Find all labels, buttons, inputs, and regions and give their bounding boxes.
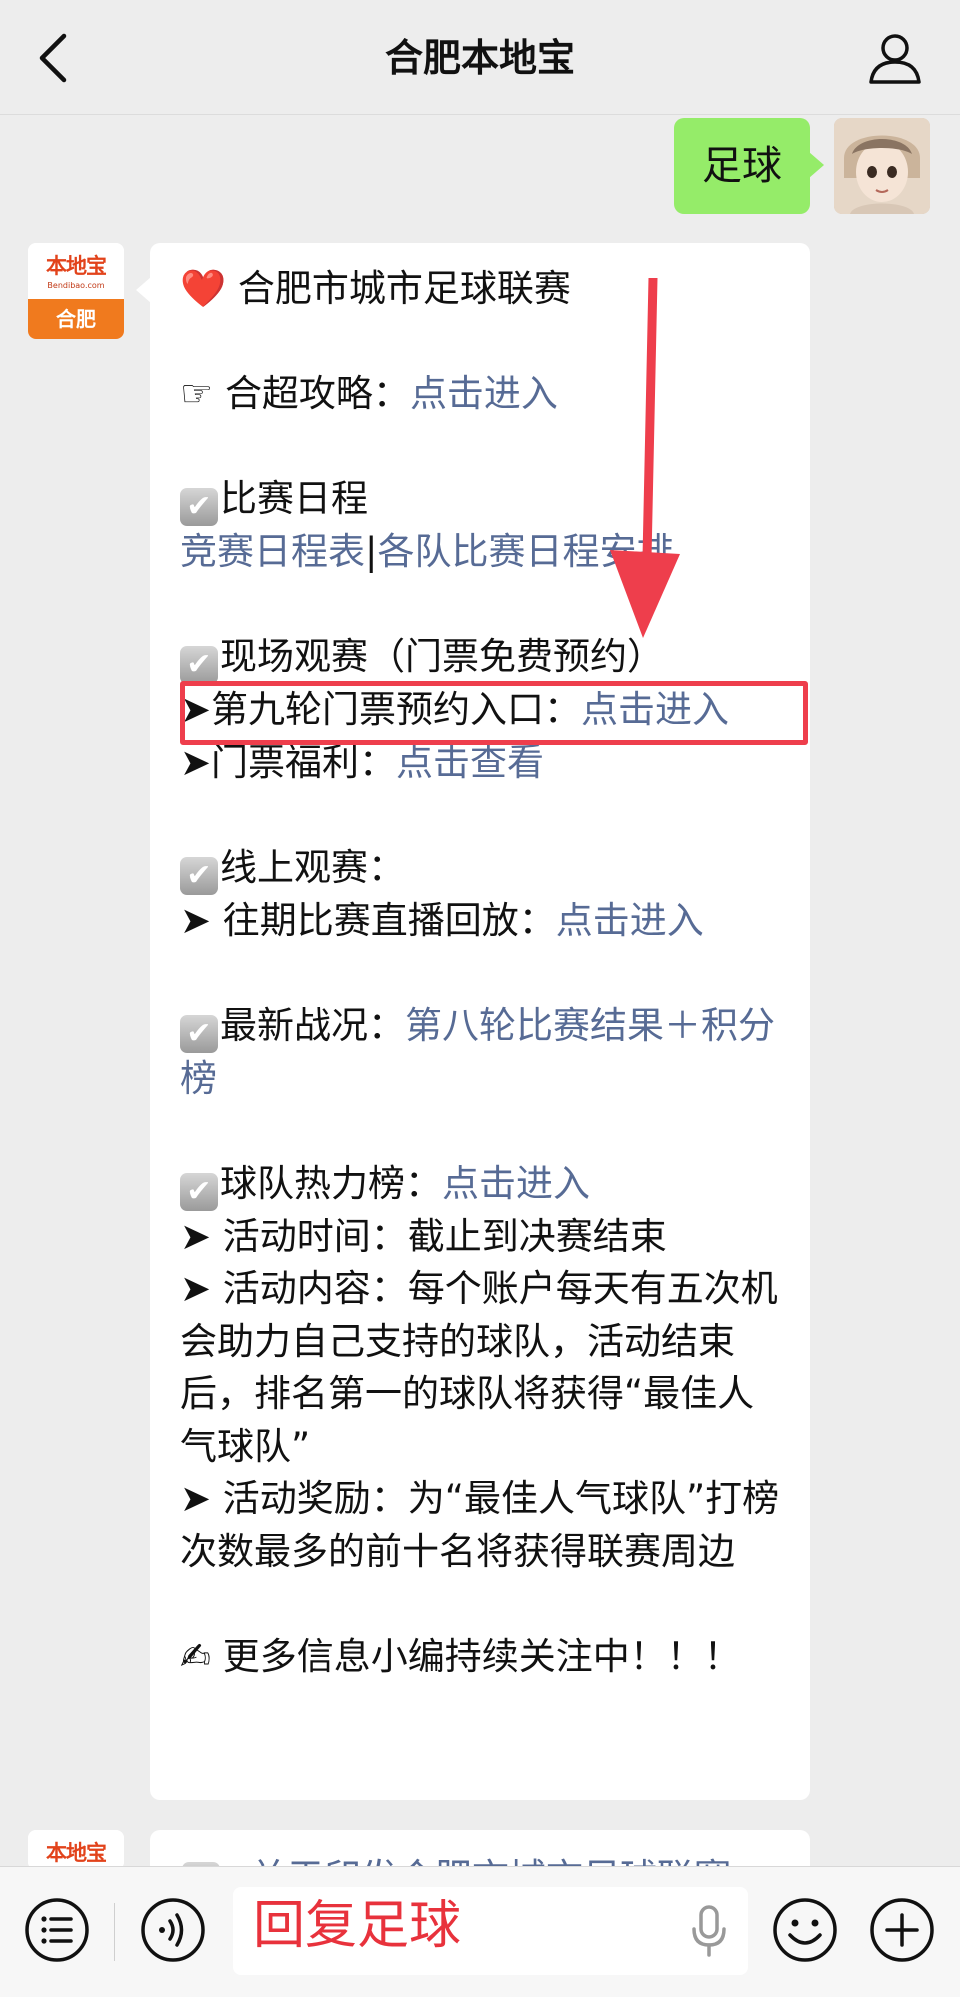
arrow-bullet-icon: ➤: [180, 898, 212, 942]
checkbox-icon: ✔: [180, 646, 218, 684]
replay-line: ➤ 往期比赛直播回放：点击进入: [180, 895, 780, 948]
writing-hand-icon: ✍: [180, 1634, 212, 1678]
message-title: 合肥市城市足球联赛: [237, 267, 571, 310]
online-heading: ✔ 线上观赛：: [180, 842, 780, 895]
arrow-bullet-icon: ➤: [180, 1214, 212, 1258]
pointing-hand-icon: ☞: [180, 372, 214, 415]
activity-content: 活动内容：每个账户每天有五次机会助力自己支持的球队，活动结束后，排名第一的球队将…: [180, 1267, 778, 1468]
avatar-city: 合肥: [28, 299, 124, 339]
schedule-links: 竞赛日程表|各队比赛日程安排: [180, 526, 780, 579]
arrow-bullet-icon: ➤: [180, 740, 212, 784]
watch-title: 现场观赛（门票免费预约）: [220, 635, 664, 678]
incoming-message-bubble: ❤️ 合肥市城市足球联赛 ☞ 合超攻略：点击进入 ✔ 比赛日程 竞赛日程表|各队比…: [136, 243, 810, 1800]
arrow-bullet-icon: ➤: [180, 1477, 212, 1520]
microphone-icon[interactable]: [690, 1905, 728, 1957]
voice-icon[interactable]: [140, 1897, 206, 1963]
user-avatar-illustration: [834, 118, 930, 214]
heart-icon: ❤️: [180, 267, 227, 310]
replay-link[interactable]: 点击进入: [556, 899, 704, 942]
schedule-heading: ✔ 比赛日程: [180, 473, 780, 526]
chat-input-bar: 回复足球: [0, 1866, 960, 1997]
outgoing-message-bubble[interactable]: 足球: [674, 118, 824, 214]
activity-reward: 活动奖励：为“最佳人气球队”打榜次数最多的前十名将获得联赛周边: [180, 1477, 780, 1573]
online-title: 线上观赛：: [220, 845, 405, 889]
annotation-highlight-box: [180, 681, 808, 745]
nav-header: 合肥本地宝: [0, 0, 960, 115]
emoji-icon[interactable]: [772, 1897, 838, 1963]
toolbar-divider: [114, 1903, 115, 1961]
arrow-bullet-icon: ➤: [180, 1267, 212, 1310]
avatar-logo-area: 本地宝 Bendibao.com: [28, 243, 124, 299]
strategy-label: 合超攻略：: [224, 372, 410, 415]
watch-heading: ✔ 现场观赛（门票免费预约）: [180, 631, 780, 684]
checkbox-icon: ✔: [180, 856, 218, 895]
avatar-logo-area: 本地宝: [28, 1830, 124, 1870]
official-account-avatar[interactable]: 本地宝: [28, 1830, 124, 1870]
checkbox-icon: ✔: [180, 1172, 218, 1211]
avatar-site: Bendibao.com: [47, 281, 105, 290]
avatar-brand: 本地宝: [46, 254, 107, 278]
strategy-line: ☞ 合超攻略：点击进入: [180, 368, 780, 421]
message-content: ❤️ 合肥市城市足球联赛 ☞ 合超攻略：点击进入 ✔ 比赛日程 竞赛日程表|各队比…: [180, 263, 780, 1683]
schedule-separator: |: [365, 530, 378, 573]
annotation-arrow: [610, 278, 680, 638]
closing-text: 更多信息小编持续关注中！！！: [211, 1634, 741, 1678]
replay-label: 往期比赛直播回放：: [211, 898, 556, 942]
activity-reward-line: ➤ 活动奖励：为“最佳人气球队”打榜次数最多的前十名将获得联赛周边: [180, 1473, 780, 1578]
latest-result-line: ✔ 最新战况：第八轮比赛结果＋积分榜: [180, 1000, 780, 1106]
ranking-line: ✔ 球队热力榜：点击进入: [180, 1158, 780, 1211]
latest-label: 最新战况：: [220, 1003, 405, 1047]
menu-list-icon[interactable]: [24, 1897, 90, 1963]
closing-line: ✍ 更多信息小编持续关注中！！！: [180, 1631, 780, 1684]
checkbox-icon: ✔: [180, 1014, 218, 1053]
activity-time-line: ➤ 活动时间：截止到决赛结束: [180, 1211, 780, 1264]
page-title: 合肥本地宝: [384, 36, 575, 80]
ticket-benefit-label: 门票福利：: [211, 740, 397, 784]
ranking-link[interactable]: 点击进入: [442, 1162, 590, 1205]
avatar-brand: 本地宝: [46, 1841, 107, 1865]
user-icon[interactable]: [866, 28, 924, 86]
ranking-label: 球队热力榜：: [220, 1161, 442, 1205]
schedule-table-link[interactable]: 竞赛日程表: [180, 530, 365, 573]
ticket-benefit-link[interactable]: 点击查看: [396, 741, 544, 784]
strategy-link[interactable]: 点击进入: [410, 372, 558, 415]
schedule-title: 比赛日程: [220, 477, 368, 520]
official-account-avatar[interactable]: 本地宝 Bendibao.com 合肥: [28, 243, 124, 339]
checkbox-icon: ✔: [180, 488, 218, 526]
activity-content-line: ➤ 活动内容：每个账户每天有五次机会助力自己支持的球队，活动结束后，排名第一的球…: [180, 1263, 780, 1473]
user-avatar[interactable]: [834, 118, 930, 214]
message-input[interactable]: 回复足球: [233, 1887, 748, 1975]
plus-icon[interactable]: [869, 1897, 935, 1963]
activity-time: 活动时间：截止到决赛结束: [211, 1214, 667, 1258]
message-input-value: 回复足球: [253, 1896, 462, 1956]
message-title-line: ❤️ 合肥市城市足球联赛: [180, 263, 780, 316]
